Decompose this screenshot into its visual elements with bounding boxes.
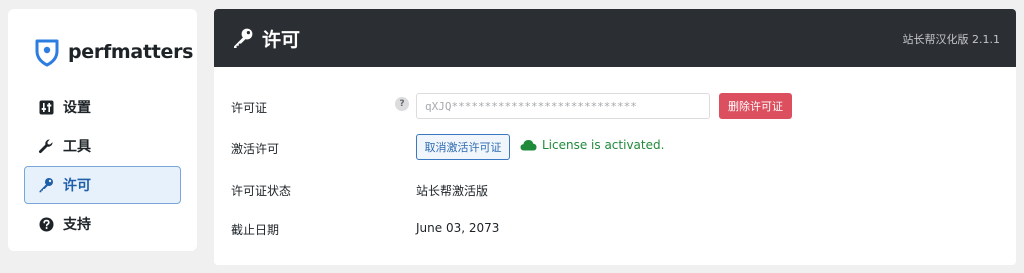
- brand: perfmatters: [34, 37, 193, 67]
- cloud-icon: [520, 140, 537, 151]
- settings-sliders-icon: [37, 98, 55, 116]
- perfmatters-logo-icon: [35, 39, 59, 67]
- license-panel: 许可 站长帮汉化版 2.1.1 许可证 ? qXJQ**************…: [214, 9, 1016, 265]
- sidebar: perfmatters 设置 工具 许可 支持: [8, 9, 197, 251]
- status-text: License is activated.: [542, 138, 665, 152]
- key-icon: [37, 176, 55, 194]
- page-title: 许可: [262, 28, 301, 51]
- deactivate-license-button[interactable]: 取消激活许可证: [416, 134, 510, 160]
- wrench-icon: [37, 137, 55, 155]
- question-circle-icon: [37, 215, 55, 233]
- sidebar-item-label: 许可: [63, 178, 91, 194]
- license-status-label: 许可证状态: [231, 184, 292, 198]
- sidebar-item-license[interactable]: 许可: [24, 166, 181, 204]
- brand-name: perfmatters: [68, 41, 194, 63]
- license-status-value: 站长帮激活版: [416, 184, 489, 198]
- sidebar-item-label: 设置: [63, 100, 91, 116]
- key-icon: [234, 28, 253, 48]
- activate-license-label: 激活许可: [231, 142, 280, 156]
- sidebar-item-tools[interactable]: 工具: [24, 127, 181, 165]
- sidebar-nav: 设置 工具 许可 支持: [24, 88, 181, 244]
- license-key-input[interactable]: qXJQ****************************: [416, 93, 710, 119]
- sidebar-item-support[interactable]: 支持: [24, 205, 181, 243]
- sidebar-item-label: 支持: [63, 217, 91, 233]
- remove-license-button[interactable]: 删除许可证: [719, 93, 792, 119]
- help-icon[interactable]: ?: [395, 97, 409, 111]
- expiry-date-label: 截止日期: [231, 223, 280, 237]
- expiry-date-value: June 03, 2073: [416, 221, 500, 235]
- panel-header: 许可 站长帮汉化版 2.1.1: [214, 9, 1016, 67]
- sidebar-item-settings[interactable]: 设置: [24, 88, 181, 126]
- license-status-message: License is activated.: [520, 138, 664, 152]
- license-key-label: 许可证: [231, 101, 268, 115]
- sidebar-item-label: 工具: [63, 139, 91, 155]
- version-label: 站长帮汉化版 2.1.1: [902, 33, 1001, 46]
